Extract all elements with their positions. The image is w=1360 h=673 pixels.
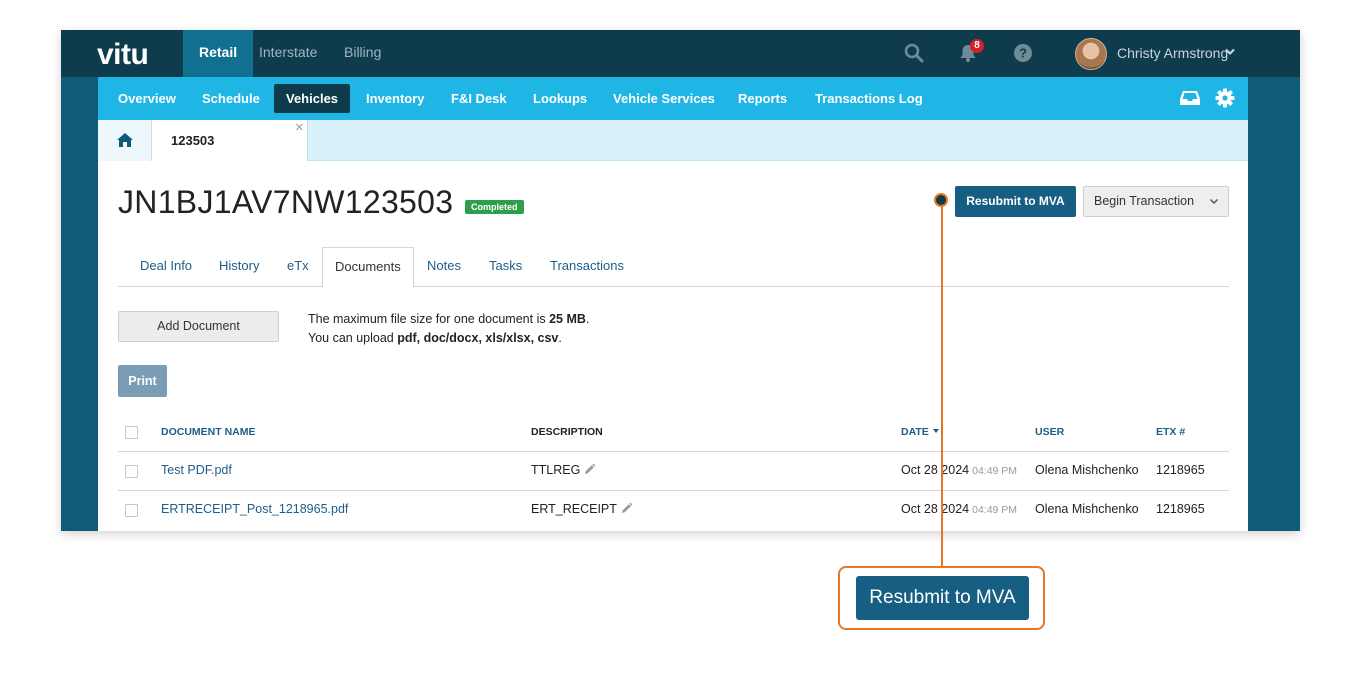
row-checkbox[interactable] <box>125 504 138 517</box>
nav-reports[interactable]: Reports <box>726 84 799 113</box>
close-icon[interactable]: ✕ <box>295 121 304 134</box>
column-document-name[interactable]: DOCUMENT NAME <box>161 413 256 451</box>
tab-tasks[interactable]: Tasks <box>477 247 534 287</box>
file-size-note: The maximum file size for one document i… <box>308 312 590 326</box>
gear-icon[interactable] <box>1215 88 1235 108</box>
callout-resubmit-button: Resubmit to MVA <box>856 576 1029 620</box>
document-date: Oct 28 2024 04:49 PM <box>901 463 1018 477</box>
tab-documents[interactable]: Documents <box>322 247 414 288</box>
home-tab[interactable] <box>98 120 152 161</box>
document-user: Olena Mishchenko <box>1035 463 1139 477</box>
column-description: DESCRIPTION <box>531 426 603 438</box>
nav-transactions-log[interactable]: Transactions Log <box>803 84 935 113</box>
nav-vehicle-services[interactable]: Vehicle Services <box>601 84 727 113</box>
document-link[interactable]: ERTRECEIPT_Post_1218965.pdf <box>161 502 348 516</box>
top-tab-billing[interactable]: Billing <box>328 30 397 77</box>
add-document-button[interactable]: Add Document <box>118 311 279 342</box>
workspace-tabs: 123503 ✕ <box>98 120 1248 162</box>
document-description: ERT_RECEIPT <box>531 502 633 516</box>
print-button[interactable]: Print <box>118 365 167 397</box>
tab-vehicle-123503[interactable]: 123503 ✕ <box>152 120 308 162</box>
begin-transaction-dropdown[interactable]: Begin Transaction <box>1083 186 1229 217</box>
select-all-checkbox[interactable] <box>125 426 138 439</box>
top-tab-interstate[interactable]: Interstate <box>243 30 333 77</box>
nav-inventory[interactable]: Inventory <box>354 84 437 113</box>
callout-marker <box>934 193 948 207</box>
callout-connector <box>941 201 943 571</box>
document-etx: 1218965 <box>1156 502 1205 516</box>
svg-text:?: ? <box>1019 46 1027 61</box>
document-link[interactable]: Test PDF.pdf <box>161 463 232 477</box>
nav-overview[interactable]: Overview <box>106 84 188 113</box>
row-divider <box>118 490 1229 491</box>
vitu-logo[interactable]: vitu <box>97 38 149 72</box>
top-bar: vitu Retail Interstate Billing 8 ? Chris… <box>61 30 1300 77</box>
detail-tabs: Deal Info History eTx Documents Notes Ta… <box>118 247 1229 288</box>
tab-history[interactable]: History <box>207 247 271 287</box>
resubmit-to-mva-button[interactable]: Resubmit to MVA <box>955 186 1076 217</box>
pencil-icon[interactable] <box>583 463 596 476</box>
nav-vehicles[interactable]: Vehicles <box>274 84 351 113</box>
tab-deal-info[interactable]: Deal Info <box>128 247 204 287</box>
pencil-icon[interactable] <box>620 502 633 515</box>
nav-schedule[interactable]: Schedule <box>190 84 272 113</box>
search-icon[interactable] <box>903 42 925 64</box>
row-divider <box>118 451 1229 452</box>
inbox-icon[interactable] <box>1179 88 1201 108</box>
nav-lookups[interactable]: Lookups <box>521 84 599 113</box>
user-name[interactable]: Christy Armstrong <box>1117 45 1228 61</box>
vehicle-detail: JN1BJ1AV7NW123503 Completed Resubmit to … <box>98 161 1248 531</box>
column-date[interactable]: DATE <box>901 413 941 451</box>
tab-notes[interactable]: Notes <box>415 247 473 287</box>
document-date: Oct 28 2024 04:49 PM <box>901 502 1018 516</box>
avatar[interactable] <box>1075 38 1107 70</box>
help-icon[interactable]: ? <box>1012 42 1034 64</box>
document-user: Olena Mishchenko <box>1035 502 1139 516</box>
callout-box: Resubmit to MVA <box>838 566 1045 630</box>
tab-label: 123503 <box>171 133 215 148</box>
begin-transaction-label: Begin Transaction <box>1094 194 1195 208</box>
chevron-down-icon[interactable] <box>1224 46 1236 58</box>
column-etx[interactable]: ETX # <box>1156 413 1185 451</box>
sort-desc-icon <box>932 429 939 433</box>
page-title: JN1BJ1AV7NW123503 <box>118 184 454 220</box>
document-description: TTLREG <box>531 463 596 477</box>
main-nav: Overview Schedule Vehicles Inventory F&I… <box>98 77 1248 120</box>
tab-transactions[interactable]: Transactions <box>538 247 636 287</box>
column-user[interactable]: USER <box>1035 413 1064 451</box>
home-icon[interactable] <box>116 132 134 148</box>
notification-badge: 8 <box>970 39 984 53</box>
row-checkbox[interactable] <box>125 465 138 478</box>
app-window: vitu Retail Interstate Billing 8 ? Chris… <box>61 30 1300 531</box>
nav-fi-desk[interactable]: F&I Desk <box>439 84 519 113</box>
file-types-note: You can upload pdf, doc/docx, xls/xlsx, … <box>308 331 562 345</box>
tab-etx[interactable]: eTx <box>275 247 321 287</box>
status-badge: Completed <box>465 200 524 214</box>
chevron-down-icon <box>1209 198 1219 205</box>
document-etx: 1218965 <box>1156 463 1205 477</box>
